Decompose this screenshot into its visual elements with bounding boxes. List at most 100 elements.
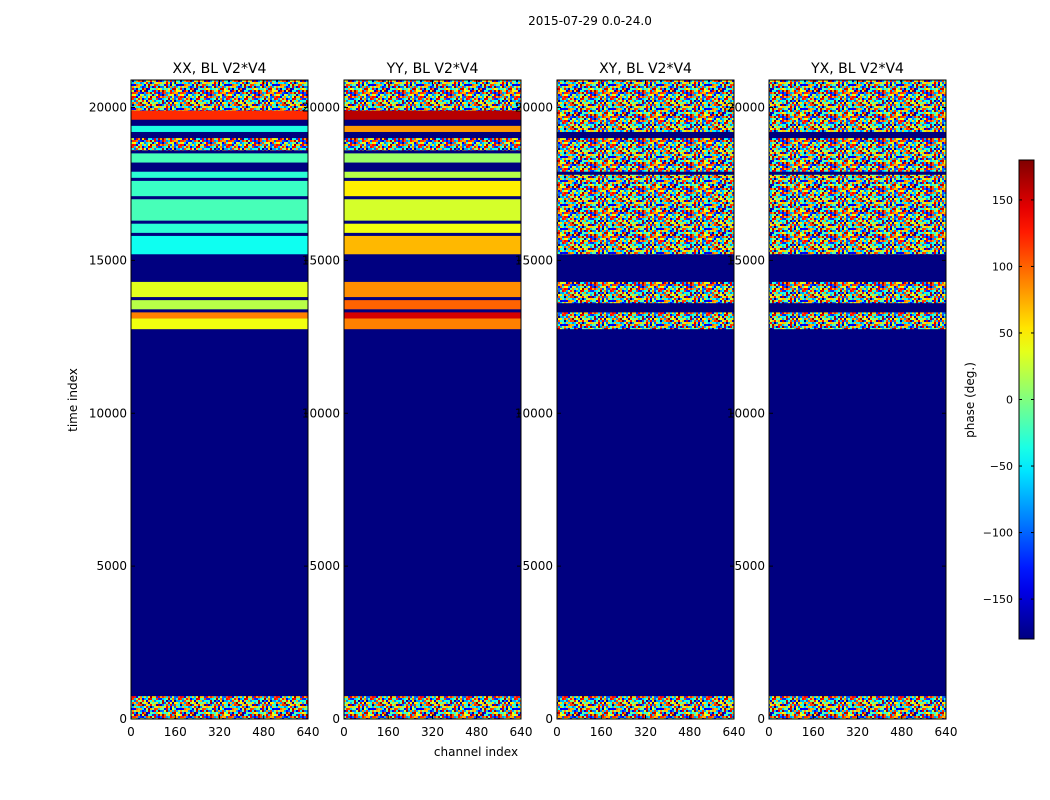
heatmap-band (344, 257, 521, 282)
heatmap-band (131, 153, 308, 163)
x-tick-label: 0 (340, 725, 348, 739)
panel-title: XX, BL V2*V4 (173, 61, 267, 77)
heatmap-panel: YY, BL V2*V4 0 160 320 480 640 0 5000 10000 15000… (302, 61, 533, 739)
heatmap-band (344, 110, 521, 120)
heatmap-band (557, 329, 734, 697)
heatmap-band (131, 235, 308, 255)
panel-title: YY, BL V2*V4 (386, 61, 479, 77)
x-tick-label: 320 (846, 725, 869, 739)
x-tick-label: 480 (465, 725, 488, 739)
colorbar-tick-label: 0 (1006, 394, 1013, 407)
heatmap-band (131, 125, 308, 132)
heatmap-band (131, 312, 308, 319)
heatmap-band (131, 329, 308, 697)
colorbar-tick-label: −100 (983, 527, 1013, 540)
heatmap-band (344, 223, 521, 233)
chart-figure: XX, BL V2*V40 160 320 480 640050001000015000… (66, 61, 1035, 759)
heatmap-band (344, 138, 521, 151)
heatmap-band (769, 174, 946, 255)
heatmap-band (557, 80, 734, 132)
x-tick-label: 640 (935, 725, 958, 739)
panel-title: YX, BL V2*V4 (810, 61, 904, 77)
y-tick-label: 20000 (302, 101, 340, 115)
heatmap-band (344, 80, 521, 111)
x-axis-label: channel index (434, 745, 518, 759)
heatmap-panel: YX, BL V2*V4 0 160 320 480 640 0 5000 10000 15000… (727, 61, 958, 739)
heatmap-band (131, 281, 308, 298)
heatmap-band (344, 180, 521, 197)
y-tick-label: 5000 (734, 559, 765, 573)
colorbar-tick-label: −50 (990, 460, 1013, 473)
heatmap-band (769, 329, 946, 697)
x-tick-label: 480 (890, 725, 913, 739)
heatmap-band (557, 312, 734, 330)
heatmap-band (557, 281, 734, 304)
y-tick-label: 10000 (302, 406, 340, 420)
y-tick-label: 15000 (89, 253, 127, 267)
x-tick-label: 160 (164, 725, 187, 739)
heatmap-band (557, 257, 734, 282)
heatmap-band (344, 171, 521, 178)
colorbar-tick-label: −150 (983, 593, 1013, 606)
y-tick-label: 0 (545, 712, 553, 726)
y-axis-label: time index (66, 368, 80, 432)
heatmap-band (131, 138, 308, 151)
heatmap-band (131, 257, 308, 282)
colorbar-tick-label: 100 (992, 260, 1013, 273)
y-tick-label: 10000 (515, 406, 553, 420)
y-tick-label: 10000 (89, 406, 127, 420)
heatmap-band (131, 110, 308, 120)
heatmap-band (131, 318, 308, 330)
heatmap-panel: XY, BL V2*V4 0 160 320 480 640 0 5000 10000 15000… (515, 61, 746, 739)
panel-title: XY, BL V2*V4 (599, 61, 692, 77)
y-tick-label: 5000 (96, 559, 127, 573)
colorbar-label: phase (deg.) (963, 362, 977, 438)
y-tick-label: 15000 (515, 253, 553, 267)
y-tick-label: 0 (119, 712, 127, 726)
y-tick-label: 20000 (515, 101, 553, 115)
heatmap-band (344, 199, 521, 221)
heatmap-band (344, 312, 521, 319)
heatmap-band (131, 300, 308, 310)
x-tick-label: 480 (678, 725, 701, 739)
x-tick-label: 640 (723, 725, 746, 739)
heatmap-band (344, 235, 521, 255)
y-tick-label: 0 (757, 712, 765, 726)
x-tick-label: 480 (252, 725, 275, 739)
heatmap-band (344, 125, 521, 132)
heatmap-band (131, 80, 308, 111)
x-tick-label: 640 (510, 725, 533, 739)
heatmap-band (344, 318, 521, 330)
x-tick-label: 0 (553, 725, 561, 739)
heatmap-band (557, 138, 734, 172)
y-tick-label: 15000 (302, 253, 340, 267)
x-tick-label: 160 (802, 725, 825, 739)
heatmap-band (557, 174, 734, 255)
heatmap-band (344, 300, 521, 310)
y-tick-label: 5000 (309, 559, 340, 573)
heatmap-band (131, 223, 308, 233)
heatmap-band (131, 171, 308, 178)
x-tick-label: 320 (421, 725, 444, 739)
heatmap-band (769, 312, 946, 330)
colorbar-tick-label: 150 (992, 194, 1013, 207)
x-tick-label: 0 (127, 725, 135, 739)
heatmap-band (769, 138, 946, 172)
heatmap-band (769, 257, 946, 282)
y-tick-label: 20000 (89, 101, 127, 115)
x-tick-label: 640 (297, 725, 320, 739)
x-tick-label: 320 (208, 725, 231, 739)
y-tick-label: 0 (332, 712, 340, 726)
x-tick-label: 320 (634, 725, 657, 739)
y-tick-label: 15000 (727, 253, 765, 267)
heatmap-band (769, 80, 946, 132)
heatmap-band (131, 199, 308, 221)
heatmap-band (344, 329, 521, 697)
heatmap-band (769, 281, 946, 304)
x-tick-label: 160 (377, 725, 400, 739)
y-tick-label: 5000 (522, 559, 553, 573)
y-tick-label: 10000 (727, 406, 765, 420)
heatmap-band (131, 180, 308, 197)
y-tick-label: 20000 (727, 101, 765, 115)
x-tick-label: 0 (765, 725, 773, 739)
